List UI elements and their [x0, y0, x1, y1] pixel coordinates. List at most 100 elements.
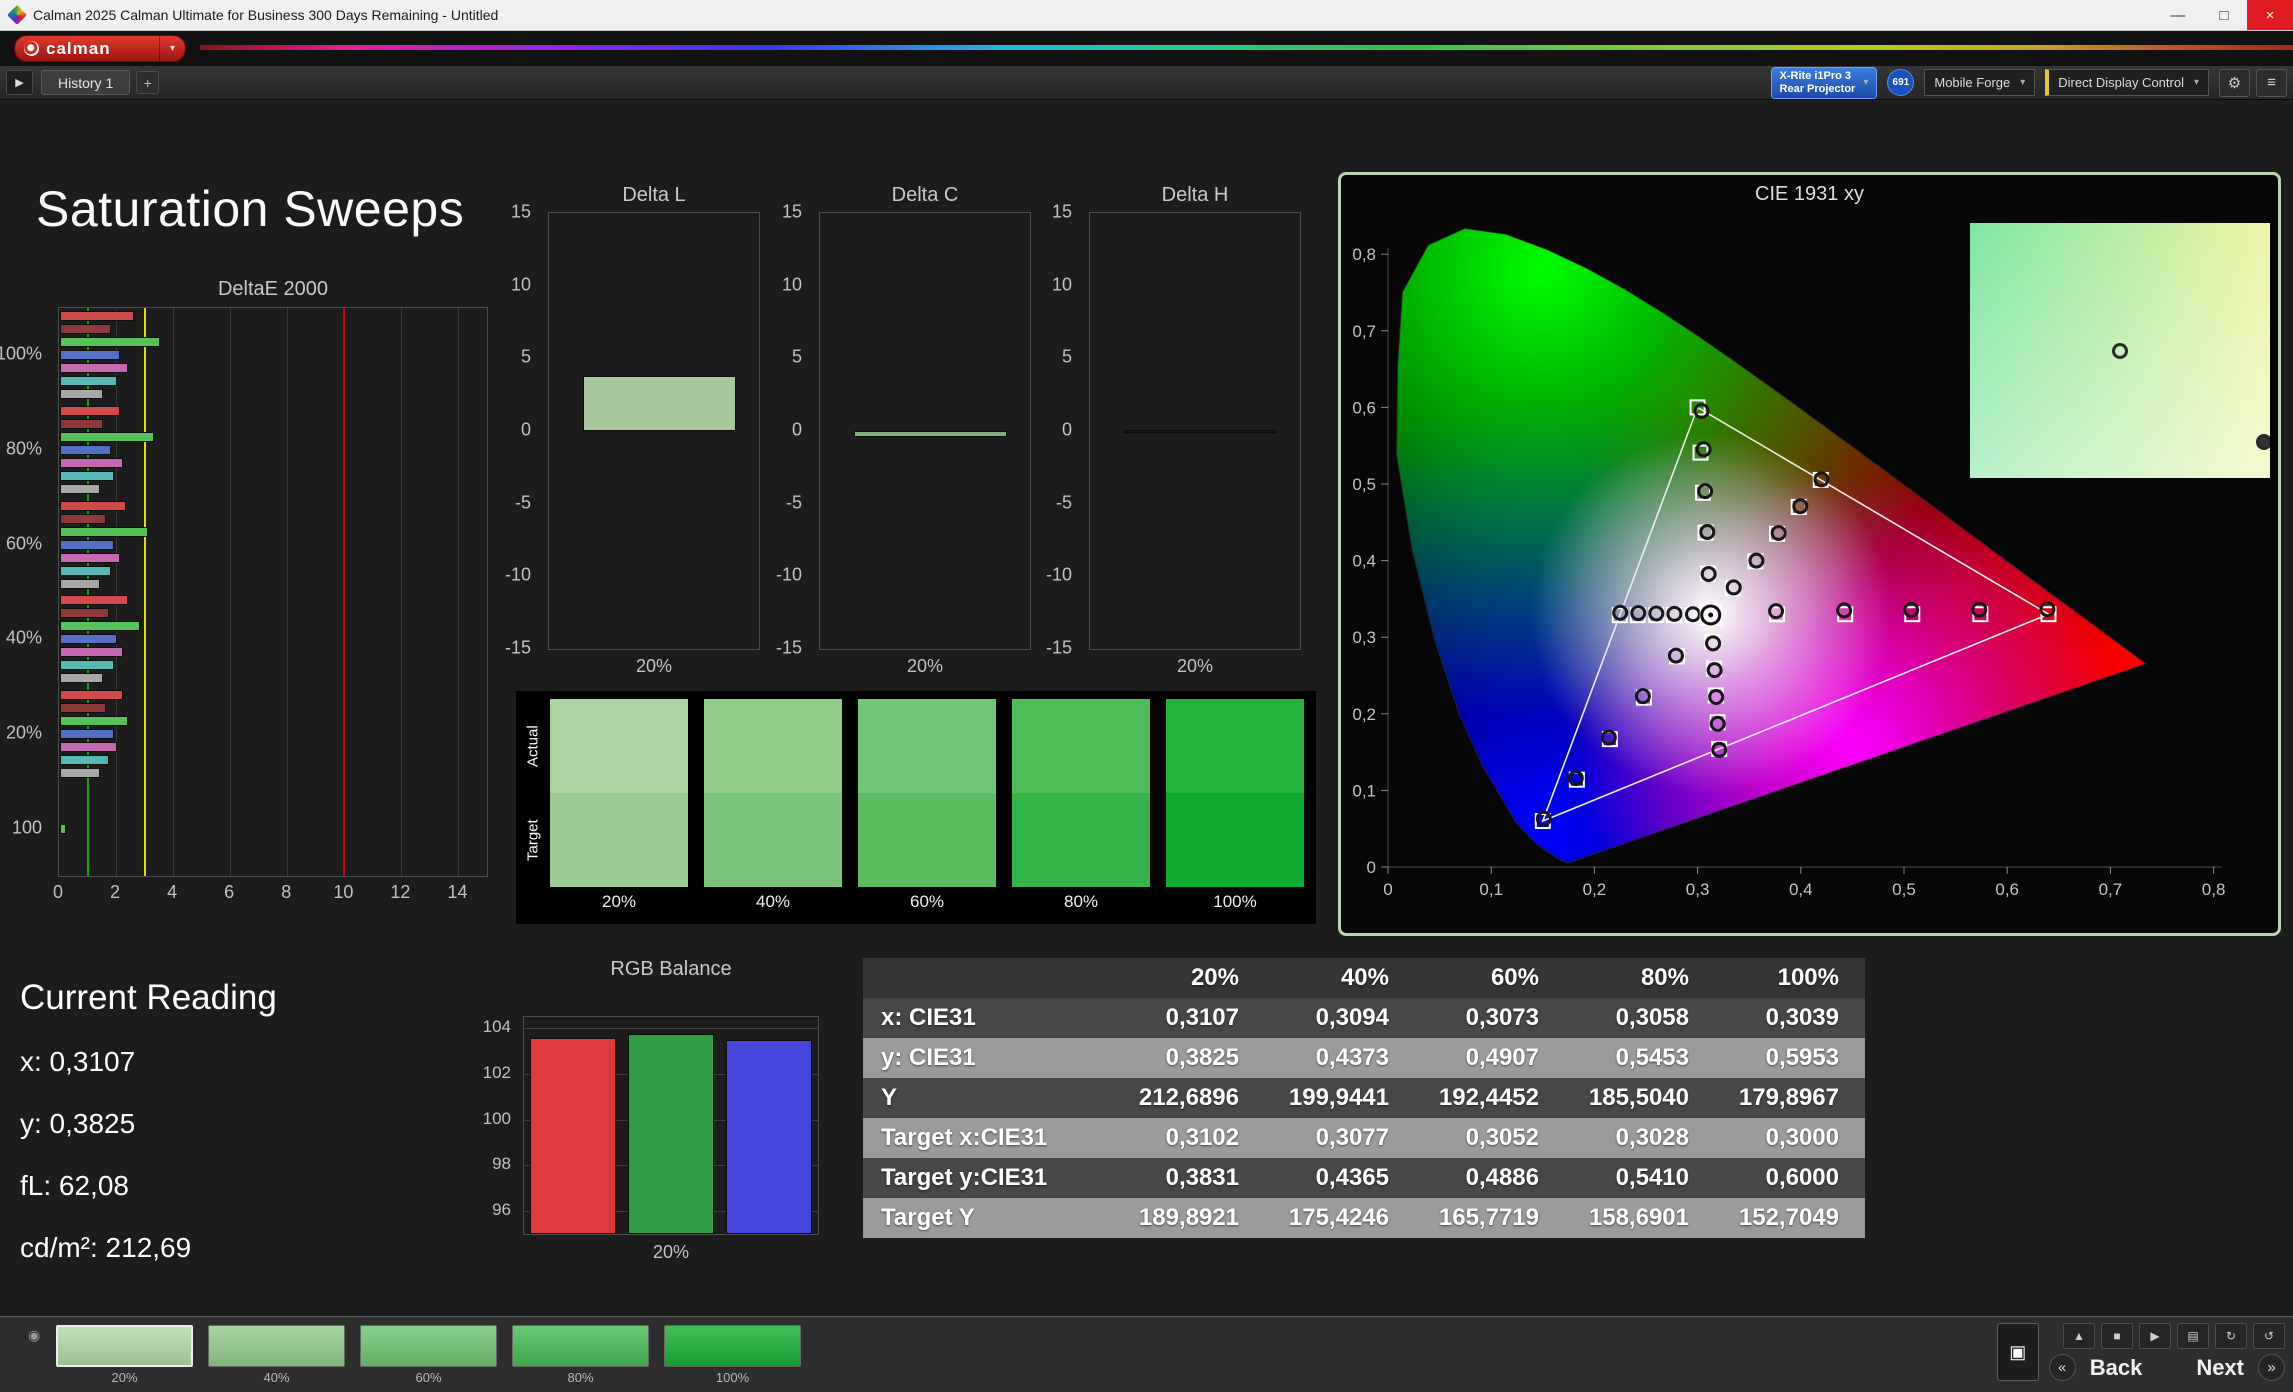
- cie-ytick-label: 0,8: [1352, 245, 1376, 264]
- swatch-actual: [704, 699, 842, 793]
- table-col-header: 20%: [1190, 964, 1239, 991]
- table-cell: 212,6896: [1138, 1084, 1239, 1111]
- table-cell: 0,3028: [1615, 1124, 1689, 1151]
- delta-c-chart: Delta C -15 -10 -5 0 5 10 15 20%: [764, 184, 1044, 694]
- deltae-xtick-label: 6: [224, 882, 235, 902]
- next-icon[interactable]: »: [2258, 1354, 2285, 1381]
- table-header-row: 20% 40% 60% 80% 100%: [863, 958, 1865, 998]
- play-icon[interactable]: ▶: [2139, 1323, 2171, 1349]
- deltae-bar: [60, 565, 112, 576]
- rgb-ytick-label: 96: [492, 1200, 511, 1220]
- deltae-bar: [60, 660, 115, 671]
- meter-mode: Rear Projector: [1779, 82, 1856, 95]
- delta-e-2000-chart: DeltaE 2000 100% 80% 60% 40% 20% 100 0 2 4 6 8 10 1…: [0, 260, 560, 960]
- deltae-bar: [60, 526, 149, 537]
- table-row-label: Target y:CIE31: [881, 1164, 1048, 1191]
- deltae-group-label: 100%: [0, 343, 42, 364]
- table-cell: 0,4907: [1465, 1044, 1539, 1071]
- swatch-target: [1012, 793, 1150, 887]
- deltae-bar: [60, 419, 103, 429]
- cie-ytick-label: 0,7: [1352, 322, 1376, 341]
- table-cell: 0,5953: [1765, 1044, 1839, 1071]
- bottom-swatch-label: 40%: [263, 1370, 290, 1385]
- settings-gear-icon[interactable]: ⚙: [2219, 68, 2250, 97]
- calman-logo-button[interactable]: calman ▾: [14, 35, 186, 62]
- meter-selector[interactable]: X-Rite i1Pro 3 Rear Projector ▾: [1770, 66, 1878, 99]
- deltae-group-label: 80%: [5, 438, 42, 459]
- bottom-swatch-20%[interactable]: 20%: [56, 1325, 193, 1385]
- maximize-button[interactable]: □: [2201, 0, 2247, 30]
- reading-cdm2-value: cd/m²: 212,69: [20, 1232, 192, 1263]
- next-button[interactable]: Next: [2190, 1355, 2250, 1381]
- session-play-button[interactable]: ▶: [6, 70, 33, 95]
- close-button[interactable]: ×: [2247, 0, 2293, 30]
- deltae-bar: [60, 634, 118, 645]
- calman-logo-text: calman: [46, 38, 111, 58]
- delta-h-title: Delta H: [1161, 184, 1229, 206]
- workflow-menu-icon[interactable]: ≡: [2256, 68, 2287, 97]
- table-cell: 0,5453: [1615, 1044, 1689, 1071]
- eject-icon[interactable]: ▲: [2063, 1323, 2095, 1349]
- table-row: Target x:CIE31 0,3102 0,3077 0,3052 0,3028 0,…: [863, 1118, 1865, 1158]
- saturation-swatch-column: 80%: [1012, 699, 1150, 912]
- rgb-balance-chart: RGB Balance 96 98 100 102 104 20%: [475, 958, 831, 1262]
- app-icon: [7, 5, 27, 25]
- transport-icon-row: ▲ ■ ▶ ▤ ↻ ↺: [2049, 1323, 2285, 1349]
- meter-count-badge[interactable]: 691: [1887, 69, 1915, 96]
- rgb-gridline: [524, 1028, 818, 1030]
- deltae-ylabels: 100% 80% 60% 40% 20% 100: [0, 307, 50, 877]
- table-cell: 0,3000: [1765, 1124, 1839, 1151]
- cie-ytick-label: 0,6: [1352, 398, 1376, 417]
- toolbar-right-cluster: X-Rite i1Pro 3 Rear Projector ▾ 691 Mobi…: [1770, 66, 2293, 99]
- bottom-swatch-color: [208, 1325, 345, 1367]
- table-cell: 158,6901: [1588, 1204, 1689, 1231]
- tab-history-1[interactable]: History 1: [41, 70, 131, 95]
- bottom-swatch-100%[interactable]: 100%: [664, 1325, 801, 1385]
- bottom-swatch-label: 100%: [715, 1370, 750, 1385]
- cie-xtick-label: 0,1: [1479, 880, 1503, 899]
- back-icon[interactable]: «: [2048, 1354, 2076, 1381]
- table-cell: 0,5410: [1615, 1164, 1689, 1191]
- reading-fl-value: fL: 62,08: [20, 1170, 129, 1201]
- source-dropdown[interactable]: Mobile Forge ▾: [1924, 69, 2036, 96]
- table-body: x: CIE31 0,3107 0,3094 0,3073 0,3058 0,3039 y:…: [863, 998, 1865, 1238]
- calman-menu-chevron-icon[interactable]: ▾: [159, 36, 185, 61]
- transport-column: ▲ ■ ▶ ▤ ↻ ↺ « Back Next »: [2048, 1323, 2285, 1381]
- loop-icon[interactable]: ↻: [2215, 1323, 2247, 1349]
- table-row-label: Target Y: [881, 1204, 975, 1231]
- deltae-bar: [60, 595, 129, 606]
- deltae-group-label: 60%: [5, 533, 42, 554]
- bottom-swatch-80%[interactable]: 80%: [512, 1325, 649, 1385]
- table-cell: 199,9441: [1288, 1084, 1389, 1111]
- back-button[interactable]: Back: [2084, 1355, 2149, 1381]
- rgb-ylabels: 96 98 100 102 104: [475, 1016, 519, 1235]
- rgb-plot: [523, 1016, 819, 1235]
- stop-icon[interactable]: ■: [2101, 1323, 2133, 1349]
- table-cell: 175,4246: [1288, 1204, 1389, 1231]
- cie-xtick-label: 0,4: [1789, 880, 1813, 899]
- deltae-xtick-label: 10: [333, 882, 354, 902]
- delta-e-chart-title: DeltaE 2000: [217, 278, 329, 300]
- deltae-bar: [60, 578, 100, 589]
- minimize-button[interactable]: —: [2155, 0, 2201, 30]
- display-control-dropdown[interactable]: Direct Display Control ▾: [2045, 69, 2209, 96]
- reset-icon[interactable]: ↺: [2253, 1323, 2285, 1349]
- rgb-ytick-label: 100: [482, 1108, 511, 1128]
- measurement-table: 20% 40% 60% 80% 100% x: CIE31 0,3107 0,3094 0,3…: [863, 958, 1865, 1238]
- table-cell: 0,3058: [1615, 1004, 1689, 1031]
- report-icon[interactable]: ▤: [2177, 1323, 2209, 1349]
- rgb-balance-title: RGB Balance: [610, 958, 732, 980]
- bottom-swatch-40%[interactable]: 40%: [208, 1325, 345, 1385]
- add-tab-button[interactable]: +: [136, 71, 160, 94]
- deltac-ytick-label: -5: [785, 492, 802, 513]
- layout-toggle-button[interactable]: ▣: [1996, 1323, 2039, 1381]
- bottom-swatch-60%[interactable]: 60%: [360, 1325, 497, 1385]
- deltah-ytick-label: 10: [1051, 274, 1072, 295]
- source-dropdown-label: Mobile Forge: [1934, 75, 2011, 90]
- cie-xtick-label: 0,8: [2202, 880, 2226, 899]
- table-cell: 0,4886: [1465, 1164, 1539, 1191]
- deltae-xlabels: 0 2 4 6 8 10 12 14: [53, 882, 488, 906]
- chevron-down-icon: ▾: [2020, 77, 2026, 88]
- table-cell: 152,7049: [1738, 1204, 1839, 1231]
- current-reading-panel: Current Reading x: 0,3107 y: 0,3825 fL: …: [20, 978, 277, 1294]
